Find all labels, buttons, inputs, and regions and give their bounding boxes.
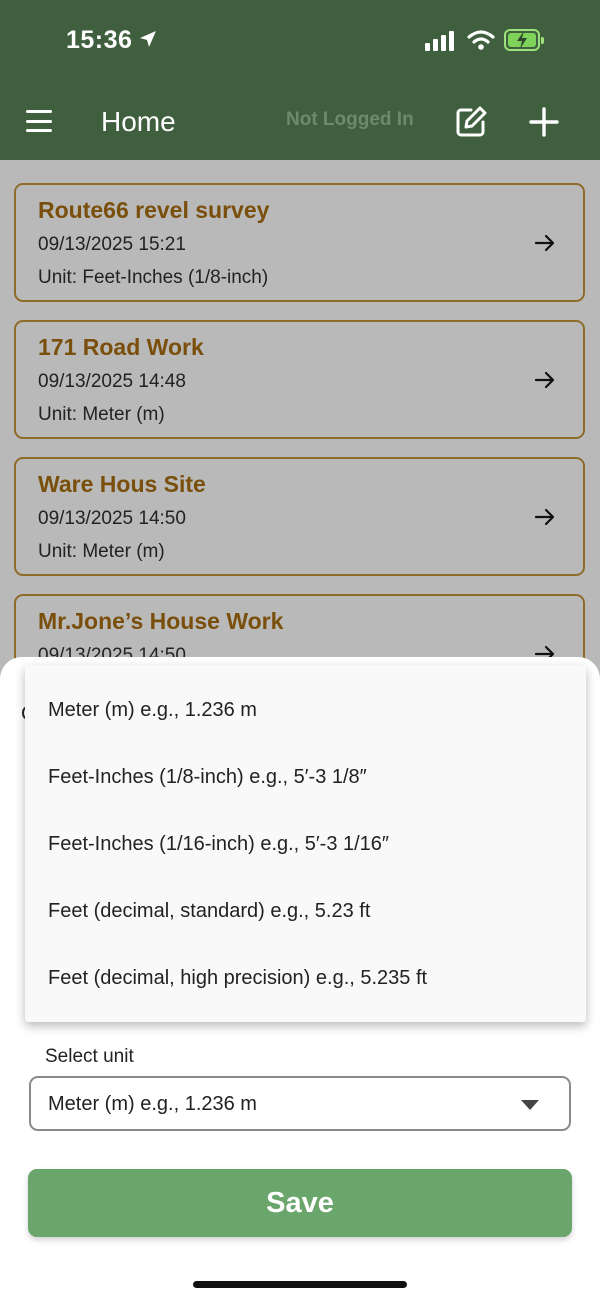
arrow-right-icon[interactable] [533, 231, 557, 255]
wifi-icon [467, 30, 495, 50]
page-title: Home [101, 106, 176, 137]
project-unit: Unit: Meter (m) [38, 541, 165, 562]
caret-down-icon [521, 1100, 539, 1110]
unit-option[interactable]: Feet-Inches (1/8-inch) e.g., 5′-3 1/8″ [25, 744, 586, 811]
arrow-right-icon[interactable] [533, 368, 557, 392]
project-card[interactable]: 171 Road Work 09/13/2025 14:48 Unit: Met… [14, 320, 585, 439]
add-icon[interactable] [528, 106, 560, 138]
save-button[interactable]: Save [28, 1169, 572, 1237]
menu-icon[interactable] [26, 110, 52, 132]
project-card[interactable]: Ware Hous Site 09/13/2025 14:50 Unit: Me… [14, 457, 585, 576]
status-time: 15:36 [66, 26, 133, 54]
unit-option[interactable]: Feet-Inches (1/16-inch) e.g., 5′-3 1/16″ [25, 811, 586, 878]
home-indicator [193, 1281, 407, 1288]
project-name: Ware Hous Site [38, 471, 206, 497]
project-unit: Unit: Feet-Inches (1/8-inch) [38, 267, 269, 288]
app-bar: Home Not Logged In [0, 90, 600, 160]
select-unit-label: Select unit [45, 1046, 134, 1067]
unit-option[interactable]: Feet (decimal, standard) e.g., 5.23 ft [25, 878, 586, 945]
cellular-signal-icon [425, 31, 454, 51]
project-name: 171 Road Work [38, 334, 204, 360]
project-date: 09/13/2025 15:21 [38, 234, 186, 255]
battery-icon [504, 29, 544, 51]
unit-option[interactable]: Meter (m) e.g., 1.236 m [25, 677, 586, 744]
project-date: 09/13/2025 14:48 [38, 371, 186, 392]
unit-select-value: Meter (m) e.g., 1.236 m [48, 1093, 257, 1115]
unit-dropdown-menu: Meter (m) e.g., 1.236 m Feet-Inches (1/8… [25, 665, 586, 1022]
unit-select[interactable]: Meter (m) e.g., 1.236 m [29, 1076, 571, 1131]
arrow-right-icon[interactable] [533, 505, 557, 529]
login-status: Not Logged In [286, 109, 414, 130]
edit-icon[interactable] [453, 104, 489, 140]
unit-option[interactable]: Feet (decimal, high precision) e.g., 5.2… [25, 945, 586, 1012]
project-card[interactable]: Route66 revel survey 09/13/2025 15:21 Un… [14, 183, 585, 302]
project-unit: Unit: Meter (m) [38, 404, 165, 425]
project-name: Route66 revel survey [38, 197, 270, 223]
project-date: 09/13/2025 14:50 [38, 508, 186, 529]
project-name: Mr.Jone’s House Work [38, 608, 284, 634]
location-arrow-icon [140, 31, 156, 47]
status-bar: 15:36 [0, 0, 600, 90]
